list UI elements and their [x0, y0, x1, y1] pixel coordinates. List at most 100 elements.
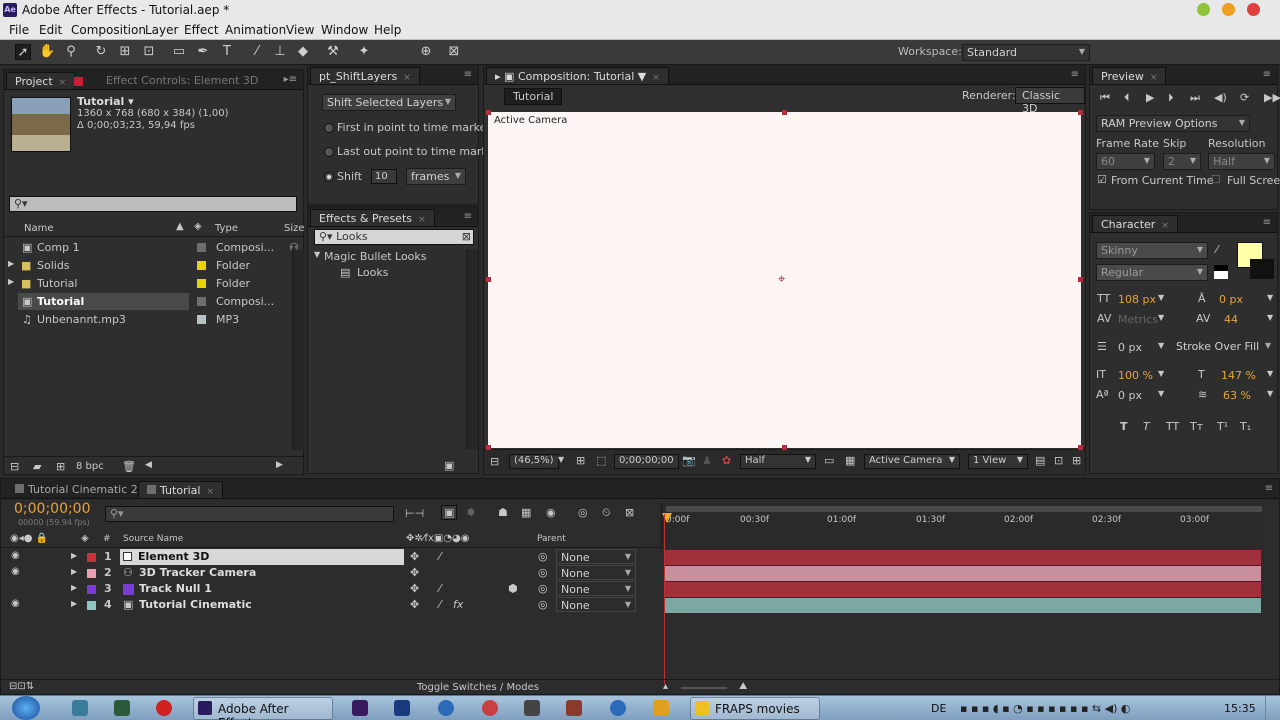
expand-arrow-icon[interactable]: ▶: [8, 259, 14, 268]
renderer-button[interactable]: Classic 3D: [1015, 87, 1085, 115]
camera-orbit-icon[interactable]: ⊞: [117, 44, 133, 60]
stroke-width-value[interactable]: 0 px: [1118, 341, 1142, 354]
effects-group[interactable]: Magic Bullet Looks: [324, 250, 427, 263]
layer-label-swatch[interactable]: [87, 585, 96, 594]
radio-last-out[interactable]: [324, 147, 334, 157]
ram-preview-icon[interactable]: ▶▶: [1264, 91, 1280, 104]
shy-switch-icon[interactable]: ✥: [410, 550, 419, 563]
show-snapshot-icon[interactable]: ♟: [702, 454, 712, 467]
close-icon[interactable]: ×: [206, 487, 214, 497]
lock-icon[interactable]: ▸: [495, 70, 501, 83]
zoom-out-icon[interactable]: ▴: [663, 681, 668, 692]
list-item[interactable]: ▶ ■ Solids Folder: [4, 257, 294, 274]
draft-3d-icon[interactable]: ⚛: [466, 506, 476, 519]
superscript-icon[interactable]: T¹: [1217, 420, 1228, 433]
mute-audio-icon[interactable]: ◀): [1214, 91, 1227, 104]
minimize-icon[interactable]: [1197, 3, 1210, 16]
app-icon[interactable]: [610, 700, 626, 716]
app-icon[interactable]: [566, 700, 582, 716]
tab-character[interactable]: Character ×: [1092, 215, 1178, 232]
scroll-right-icon[interactable]: ▶: [276, 460, 283, 470]
chevron-down-icon[interactable]: ▼: [1267, 313, 1273, 322]
region-interest-icon[interactable]: ⬚: [596, 454, 606, 467]
pickwhip-icon[interactable]: ◎: [538, 582, 548, 595]
effects-search-input[interactable]: ⚲▾ Looks ⊠: [314, 229, 474, 245]
baseline-shift-value[interactable]: 0 px: [1118, 389, 1142, 402]
radio-shift[interactable]: [324, 172, 334, 182]
expand-arrow-icon[interactable]: ▶: [71, 567, 77, 576]
comp-subtab[interactable]: Tutorial: [504, 88, 563, 105]
skip-dropdown[interactable]: 2 ▼: [1163, 153, 1201, 170]
panel-menu-icon[interactable]: ≡: [1071, 69, 1079, 80]
close-icon[interactable]: [1247, 3, 1260, 16]
shift-mode-dropdown[interactable]: Shift Selected Layers ▼: [322, 94, 456, 111]
hand-tool-icon[interactable]: ✋: [39, 44, 55, 60]
live-update-icon[interactable]: ▣: [441, 505, 458, 520]
current-time-display[interactable]: 0;00;00;00: [614, 454, 679, 469]
corner-handle[interactable]: [1078, 445, 1083, 450]
effects-scrollbar[interactable]: [466, 249, 478, 449]
3d-layer-icon[interactable]: ⬢: [508, 582, 518, 595]
layer-row[interactable]: ◉ ▶ 1 Element 3D ✥ ⁄ ◎ None ▼: [1, 549, 661, 565]
clone-stamp-icon[interactable]: ⊥: [272, 44, 288, 60]
corner-handle[interactable]: [1078, 110, 1083, 115]
anchor-point-icon[interactable]: ⌖: [778, 272, 785, 287]
safe-zones-icon[interactable]: ⊞: [576, 454, 585, 467]
tab-shift-layers[interactable]: pt_ShiftLayers ×: [310, 67, 420, 84]
snapshot-icon[interactable]: 📷: [682, 454, 696, 467]
list-item[interactable]: ♫ Unbenannt.mp3 MP3: [4, 311, 294, 328]
edge-handle[interactable]: [1078, 277, 1083, 282]
tray-icons[interactable]: ▪ ▪ ▪ ◖ ▪ ◔ ▪ ▪ ▪ ▪ ▪ ▪ ⇆ ◀) ◐: [960, 702, 1130, 715]
show-desktop-button[interactable]: [1265, 696, 1280, 720]
hide-shy-icon[interactable]: ☗: [498, 506, 508, 519]
kerning-value[interactable]: Metrics: [1118, 313, 1158, 326]
workspace-dropdown[interactable]: Standard ▼: [962, 44, 1090, 61]
eyedropper-icon[interactable]: ⁄: [1216, 243, 1218, 256]
shy-switch-icon[interactable]: ✥: [410, 582, 419, 595]
tab-project[interactable]: Project ×: [6, 72, 76, 89]
all-caps-icon[interactable]: TT: [1166, 420, 1179, 433]
tab-tutorial[interactable]: Tutorial ×: [138, 481, 223, 498]
parent-dropdown[interactable]: None ▼: [556, 597, 636, 612]
app-icon[interactable]: [72, 700, 88, 716]
previous-frame-icon[interactable]: ⏴: [1124, 91, 1130, 105]
leading-value[interactable]: 0 px: [1219, 293, 1243, 306]
interpret-footage-icon[interactable]: ⊟: [10, 460, 19, 473]
brush-tool-icon[interactable]: ⁄: [249, 44, 265, 60]
col-parent[interactable]: Parent: [537, 534, 566, 544]
frame-blending-icon[interactable]: ▦: [521, 506, 531, 519]
scroll-left-icon[interactable]: ◀: [145, 460, 152, 470]
transparency-grid-icon[interactable]: ▦: [845, 454, 855, 467]
always-preview-icon[interactable]: ⊟: [490, 455, 499, 468]
chevron-down-icon[interactable]: ▼: [1267, 369, 1273, 378]
tsume-value[interactable]: 63 %: [1223, 389, 1251, 402]
shy-switch-icon[interactable]: ✥: [410, 598, 419, 611]
quality-switch-icon[interactable]: ⁄: [439, 582, 441, 595]
timeline-search-input[interactable]: ⚲▾: [105, 506, 394, 522]
layout-dropdown[interactable]: 1 View ▼: [968, 454, 1028, 469]
black-white-swatch[interactable]: [1214, 265, 1228, 279]
faux-italic-icon[interactable]: T: [1143, 420, 1150, 433]
motion-blur-icon[interactable]: ◉: [546, 506, 556, 519]
project-scrollbar[interactable]: [292, 250, 304, 450]
eraser-tool-icon[interactable]: ◆: [295, 44, 311, 60]
last-frame-icon[interactable]: ⏭: [1190, 91, 1200, 105]
roto-brush-icon[interactable]: ⚒: [325, 44, 341, 60]
toggle-pixel-aspect-icon[interactable]: ▤: [1035, 454, 1045, 467]
menu-view[interactable]: View: [286, 23, 314, 37]
layer-duration-bar[interactable]: [665, 598, 1261, 613]
close-icon[interactable]: ×: [403, 73, 411, 83]
puppet-pin-icon[interactable]: ✦: [356, 44, 372, 60]
taskbar-after-effects[interactable]: Adobe After Effects - ...: [193, 697, 333, 720]
maximize-icon[interactable]: [1222, 3, 1235, 16]
option-shift[interactable]: Shift: [337, 170, 362, 183]
quality-switch-icon[interactable]: ⁄: [439, 550, 441, 563]
parent-dropdown[interactable]: None ▼: [556, 549, 636, 564]
tab-effect-controls[interactable]: Effect Controls: Element 3D: [98, 72, 266, 89]
brainstorm-icon[interactable]: ◎: [578, 506, 588, 519]
chevron-down-icon[interactable]: ▼: [1158, 389, 1164, 398]
zoom-dropdown[interactable]: (46,5%): [509, 454, 559, 469]
menu-composition[interactable]: Composition: [71, 23, 146, 37]
chevron-down-icon[interactable]: ▼: [1158, 341, 1164, 350]
bit-depth-button[interactable]: 8 bpc: [76, 461, 104, 472]
